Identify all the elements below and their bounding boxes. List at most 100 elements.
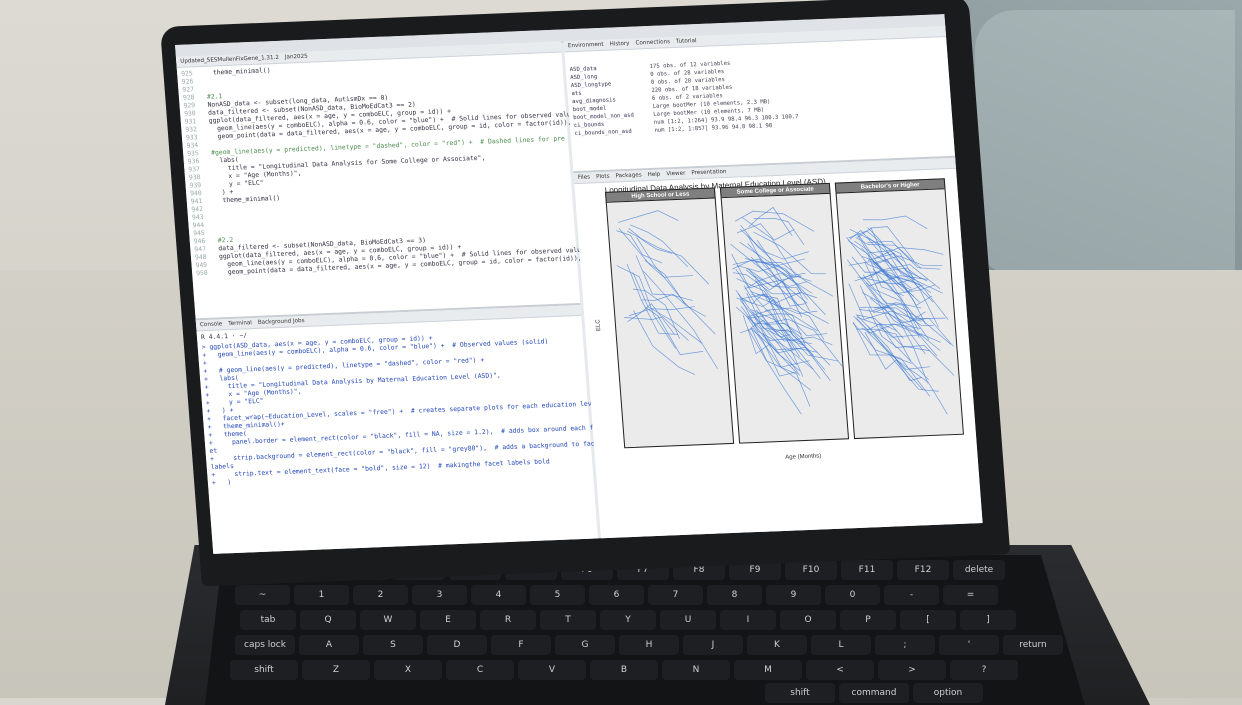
trajectory-line — [868, 308, 929, 381]
keyboard-key: > — [878, 660, 946, 680]
keyboard-key: Y — [600, 610, 656, 630]
tab-file-2[interactable]: Jan2025 — [285, 52, 309, 63]
keyboard-key: ~ — [235, 585, 290, 605]
keyboard-key: 1 — [294, 585, 349, 605]
trajectory-line — [755, 261, 834, 297]
plots-pane[interactable]: Files Plots Packages Help Viewer Presentation… — [573, 155, 983, 541]
x-axis-label: Age (Months) — [785, 453, 822, 461]
tab-help[interactable]: Help — [647, 170, 661, 180]
keyboard-key: T — [540, 610, 596, 630]
keyboard-key: X — [374, 660, 442, 680]
keyboard-key: B — [590, 660, 658, 680]
keyboard-key: = — [943, 585, 998, 605]
keyboard-key: ? — [950, 660, 1018, 680]
tab-environment[interactable]: Environment — [568, 40, 604, 51]
trajectory-line — [867, 325, 939, 392]
trajectory-line — [618, 228, 694, 278]
keyboard-key: F12 — [897, 560, 949, 580]
tab-background-jobs[interactable]: Background Jobs — [258, 316, 305, 328]
trajectory-line — [763, 318, 843, 367]
keyboard-key: 0 — [825, 585, 880, 605]
laptop-screen: Updated_SESMullenFixGene_1.31.2 Jan2025 … — [175, 14, 983, 554]
trajectory-line — [756, 240, 799, 307]
keyboard-key: U — [660, 610, 716, 630]
trajectory-line — [616, 265, 677, 349]
keyboard-key: command — [839, 683, 909, 703]
tab-plots[interactable]: Plots — [596, 172, 610, 183]
keyboard-key: N — [662, 660, 730, 680]
keyboard-key: F — [491, 635, 551, 655]
tab-viewer[interactable]: Viewer — [666, 169, 686, 180]
keyboard-key: 3 — [412, 585, 467, 605]
trajectory-line — [865, 282, 941, 343]
facet-panel — [605, 197, 735, 449]
tab-history[interactable]: History — [609, 39, 630, 50]
keyboard-key: A — [299, 635, 359, 655]
keyboard-key: L — [811, 635, 871, 655]
tab-packages[interactable]: Packages — [615, 170, 642, 181]
keyboard-key: C — [446, 660, 514, 680]
keyboard-key: H — [619, 635, 679, 655]
chair-cushion — [975, 10, 1235, 275]
keyboard-key: K — [747, 635, 807, 655]
trajectory-line — [618, 210, 679, 223]
tab-files[interactable]: Files — [577, 172, 591, 182]
trajectory-line — [879, 323, 955, 376]
keyboard-key: delete — [953, 560, 1005, 580]
keyboard-key: D — [427, 635, 487, 655]
keyboard-key: R — [480, 610, 536, 630]
trajectory-line — [626, 263, 679, 335]
keyboard-key: Q — [300, 610, 356, 630]
keyboard-key: S — [363, 635, 423, 655]
tab-connections[interactable]: Connections — [635, 37, 670, 48]
facet-panel — [835, 188, 964, 440]
keyboard-key: E — [420, 610, 476, 630]
keyboard-key: Z — [302, 660, 370, 680]
trajectory-line — [736, 306, 810, 368]
keyboard-key: F10 — [785, 560, 837, 580]
keyboard-key: [ — [900, 610, 956, 630]
keyboard-key: ' — [939, 635, 999, 655]
keyboard-key: 4 — [471, 585, 526, 605]
keyboard-key: ] — [960, 610, 1016, 630]
keyboard-key: J — [683, 635, 743, 655]
trajectory-line — [616, 230, 663, 264]
y-axis-label: ELC — [595, 319, 603, 332]
console-pane[interactable]: Console Terminal Background Jobs R 4.4.1… — [195, 302, 603, 554]
keyboard-key: - — [884, 585, 939, 605]
facet-panel — [720, 192, 850, 444]
keyboard-key: ; — [875, 635, 935, 655]
trajectory-line — [644, 260, 706, 317]
environment-pane[interactable]: Environment History Connections Tutorial… — [563, 26, 956, 172]
env-list: ASD_data 175 obs. of 12 variables ASD_long… — [564, 37, 952, 138]
tab-terminal[interactable]: Terminal — [228, 318, 252, 329]
keyboard-key: option — [913, 683, 983, 703]
trajectory-line — [852, 322, 912, 364]
keyboard-key: 9 — [766, 585, 821, 605]
keyboard-key: W — [360, 610, 416, 630]
trajectory-line — [628, 227, 673, 254]
trajectory-line — [862, 215, 928, 229]
keyboard-key: tab — [240, 610, 296, 630]
keyboard-key: shift — [230, 660, 298, 680]
keyboard-key: V — [518, 660, 586, 680]
keyboard-key: 2 — [353, 585, 408, 605]
tab-presentation[interactable]: Presentation — [691, 167, 727, 178]
keyboard-key: I — [720, 610, 776, 630]
console-output: > ggplot(ASD_data, aes(x = age, y = comb… — [197, 326, 602, 487]
trajectory-line — [736, 278, 802, 335]
line-number: 950 — [195, 268, 209, 278]
keyboard-key: F11 — [841, 560, 893, 580]
trajectory-line — [734, 210, 815, 232]
trajectory-line — [750, 327, 802, 415]
keyboard-key: caps lock — [235, 635, 295, 655]
tab-console[interactable]: Console — [200, 319, 223, 330]
keyboard-key: G — [555, 635, 615, 655]
keyboard-key: 5 — [530, 585, 585, 605]
keyboard-key: O — [780, 610, 836, 630]
trajectory-line — [732, 258, 806, 277]
tab-tutorial[interactable]: Tutorial — [676, 36, 697, 47]
source-editor[interactable]: Updated_SESMullenFixGene_1.31.2 Jan2025 … — [175, 41, 582, 319]
keyboard-key: 7 — [648, 585, 703, 605]
trajectory-line — [643, 271, 718, 369]
